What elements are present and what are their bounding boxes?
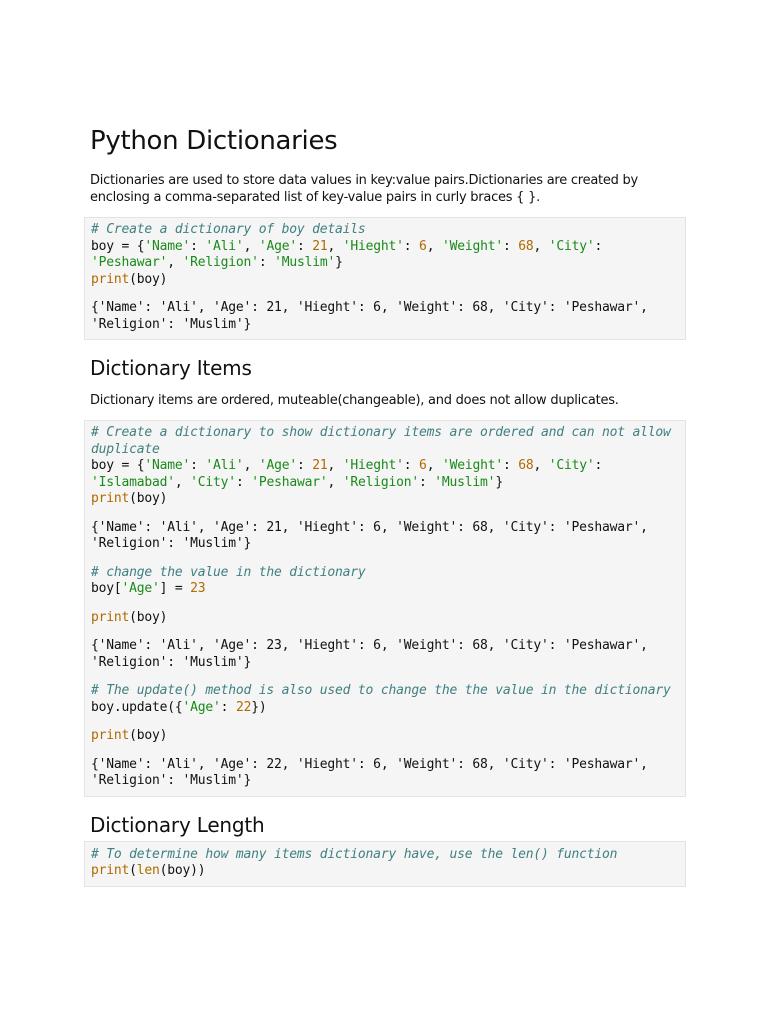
code-comment: # Create a dictionary of boy details <box>91 222 366 237</box>
code-comment: # change the value in the dictionary <box>91 564 366 580</box>
code-output: {'Name': 'Ali', 'Age': 22, 'Hieght': 6, … <box>91 756 656 789</box>
code-output: {'Name': 'Ali', 'Age': 21, 'Hieght': 6, … <box>91 519 656 552</box>
code-input: print(boy) <box>91 609 168 625</box>
code-block-create-dictionary: # Create a dictionary of boy details boy… <box>84 217 686 340</box>
code-input: # change the value in the dictionary boy… <box>91 564 366 597</box>
code-block-dictionary-items: # Create a dictionary to show dictionary… <box>84 420 686 797</box>
section-heading-dictionary-length: Dictionary Length <box>90 812 265 837</box>
code-comment: # To determine how many items dictionary… <box>91 846 618 862</box>
code-block-dictionary-length: # To determine how many items dictionary… <box>84 840 686 887</box>
intro-paragraph: Dictionaries are used to store data valu… <box>90 173 638 205</box>
code-output: {'Name': 'Ali', 'Age': 21, 'Hieght': 6, … <box>91 300 656 332</box>
code-input: # The update() method is also used to ch… <box>91 683 671 715</box>
section-paragraph-dictionary-items: Dictionary items are ordered, muteable(c… <box>90 393 619 408</box>
code-input: print(boy) <box>91 728 168 743</box>
code-input: # Create a dictionary to show dictionary… <box>91 425 679 506</box>
section-heading-dictionary-items: Dictionary Items <box>90 356 252 380</box>
code-output: {'Name': 'Ali', 'Age': 23, 'Hieght': 6, … <box>91 638 656 670</box>
code-comment: # The update() method is also used to ch… <box>91 683 671 698</box>
page-title: Python Dictionaries <box>90 126 338 156</box>
code-input: # To determine how many items dictionary… <box>91 846 618 879</box>
code-comment: # Create a dictionary to show dictionary… <box>91 425 679 457</box>
code-input: # Create a dictionary of boy details boy… <box>91 222 610 287</box>
document-page: Python Dictionaries Dictionaries are use… <box>84 124 686 901</box>
